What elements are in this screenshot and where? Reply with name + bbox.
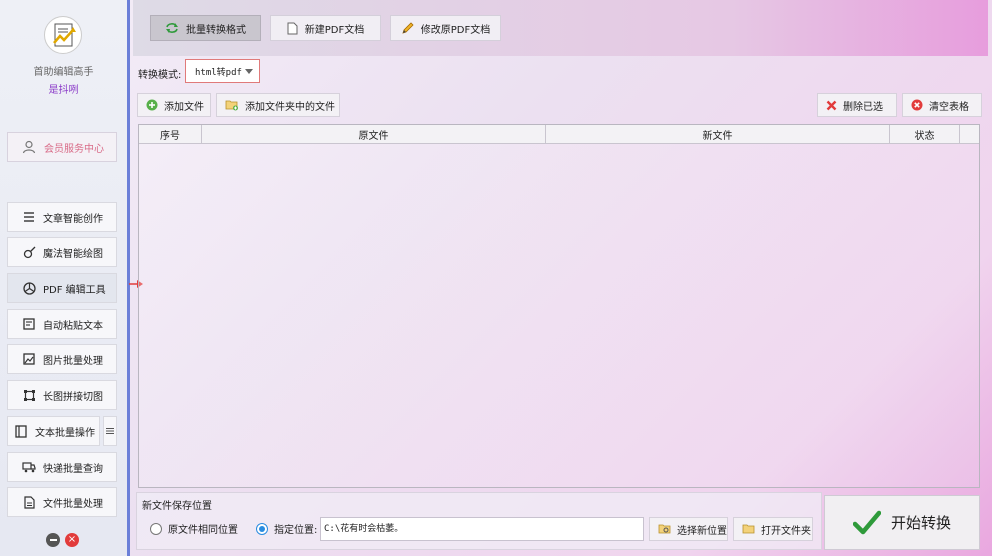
radio-custom-location[interactable]: 指定位置: (256, 521, 317, 536)
sidebar-item-text[interactable]: 文本批量操作 (7, 416, 100, 446)
tab-batch-convert[interactable]: 批量转换格式 (150, 15, 261, 41)
sidebar-item-article[interactable]: 文章智能创作 (7, 202, 117, 232)
minimize-button[interactable] (46, 533, 60, 547)
pdf-wheel-icon (22, 281, 36, 295)
text-submenu-button[interactable] (103, 416, 117, 446)
column-header-source[interactable]: 原文件 (202, 125, 546, 144)
folder-icon (742, 524, 755, 534)
close-button[interactable]: × (65, 533, 79, 547)
add-file-button[interactable]: 添加文件 (137, 93, 211, 117)
sidebar-item-drawing[interactable]: 魔法智能绘图 (7, 237, 117, 267)
crop-icon (22, 388, 36, 402)
tab-label: 批量转换格式 (186, 24, 246, 36)
sidebar-item-label: 文章智能创作 (43, 213, 103, 225)
save-path-input[interactable]: C:\花有时会枯萎。 (320, 517, 644, 541)
paste-icon (22, 317, 36, 331)
sidebar-item-label: 长图拼接切图 (43, 391, 103, 403)
truck-icon (22, 460, 36, 474)
radio-label: 指定位置: (274, 525, 318, 536)
add-folder-label: 添加文件夹中的文件 (245, 101, 335, 113)
tab-label: 修改原PDF文档 (420, 24, 491, 36)
tab-edit-pdf[interactable]: 修改原PDF文档 (390, 15, 501, 41)
sidebar-item-files[interactable]: 文件批量处理 (7, 487, 117, 517)
add-circle-icon (146, 99, 158, 111)
sidebar-item-express[interactable]: 快递批量查询 (7, 452, 117, 482)
sidebar-item-label: PDF 编辑工具 (43, 284, 106, 296)
delete-x-icon (826, 100, 837, 110)
tab-bar: 批量转换格式 新建PDF文档 修改原PDF文档 (133, 0, 988, 56)
menu-icon (106, 428, 114, 434)
pencil-icon (402, 21, 414, 34)
column-header-index[interactable]: 序号 (139, 125, 202, 144)
image-icon (22, 352, 36, 366)
radio-label: 原文件相同位置 (168, 525, 238, 536)
open-folder-button[interactable]: 打开文件夹 (733, 517, 813, 541)
sidebar-item-longimage[interactable]: 长图拼接切图 (7, 380, 117, 410)
sidebar-item-paste[interactable]: 自动粘贴文本 (7, 309, 117, 339)
sidebar-item-label: 文件批量处理 (43, 498, 103, 510)
delete-selected-button[interactable]: 删除已选 (817, 93, 897, 117)
main-panel: 批量转换格式 新建PDF文档 修改原PDF文档 转换模式: html转pdf 添… (133, 0, 992, 556)
app-name: 首助编辑高手 (33, 67, 94, 78)
column-header-status[interactable]: 状态 (890, 125, 960, 144)
convert-icon (166, 23, 178, 33)
clear-table-button[interactable]: 清空表格 (902, 93, 982, 117)
save-location-title: 新文件保存位置 (142, 501, 212, 512)
open-folder-label: 打开文件夹 (761, 525, 811, 537)
clear-circle-icon (911, 99, 923, 111)
tab-new-pdf[interactable]: 新建PDF文档 (270, 15, 381, 41)
mode-select-value: html转pdf (195, 67, 242, 78)
table-header: 序号 原文件 新文件 状态 (139, 125, 979, 144)
book-icon (14, 424, 28, 438)
mode-select[interactable]: html转pdf (185, 59, 260, 83)
user-name[interactable]: 是抖咧 (0, 81, 127, 96)
sidebar-item-image[interactable]: 图片批量处理 (7, 344, 117, 374)
minus-icon (49, 539, 57, 541)
start-convert-label: 开始转换 (890, 514, 951, 532)
mode-label: 转换模式: (138, 70, 182, 81)
magic-brush-icon (22, 245, 36, 259)
add-file-label: 添加文件 (164, 101, 204, 113)
file-table[interactable]: 序号 原文件 新文件 状态 (138, 124, 980, 488)
sidebar-item-label: 文本批量操作 (35, 427, 95, 439)
start-convert-button[interactable]: 开始转换 (824, 495, 980, 550)
sidebar: 首助编辑高手 是抖咧 会员服务中心 文章智能创作 魔法智能绘图 PDF 编辑工具… (0, 0, 130, 556)
add-folder-button[interactable]: 添加文件夹中的文件 (216, 93, 340, 117)
sidebar-item-label: 图片批量处理 (43, 355, 103, 367)
list-icon (22, 210, 36, 224)
tab-label: 新建PDF文档 (304, 24, 365, 36)
member-center-label: 会员服务中心 (44, 143, 104, 155)
choose-location-button[interactable]: 选择新位置 (649, 517, 728, 541)
delete-selected-label: 删除已选 (843, 101, 883, 113)
user-icon (22, 140, 36, 154)
member-center-button[interactable]: 会员服务中心 (7, 132, 117, 162)
chevron-down-icon (245, 69, 253, 74)
sidebar-item-pdf[interactable]: PDF 编辑工具 (7, 273, 117, 303)
column-header-target[interactable]: 新文件 (546, 125, 890, 144)
clear-table-label: 清空表格 (929, 101, 969, 113)
sidebar-item-label: 魔法智能绘图 (43, 248, 103, 260)
save-location-panel: 新文件保存位置 原文件相同位置 指定位置: C:\花有时会枯萎。 选择新位置 打… (136, 492, 822, 550)
folder-search-icon (658, 524, 671, 534)
radio-circle-selected (256, 522, 268, 535)
choose-location-label: 选择新位置 (677, 525, 727, 537)
sidebar-item-label: 快递批量查询 (43, 463, 103, 475)
radio-same-location[interactable]: 原文件相同位置 (150, 521, 238, 536)
app-logo (44, 16, 82, 54)
checkmark-icon (852, 510, 881, 534)
sidebar-item-label: 自动粘贴文本 (43, 320, 103, 332)
file-icon (22, 495, 36, 509)
folder-add-icon (225, 100, 238, 111)
radio-circle (150, 522, 162, 535)
close-icon: × (67, 534, 77, 545)
document-icon (287, 22, 298, 34)
